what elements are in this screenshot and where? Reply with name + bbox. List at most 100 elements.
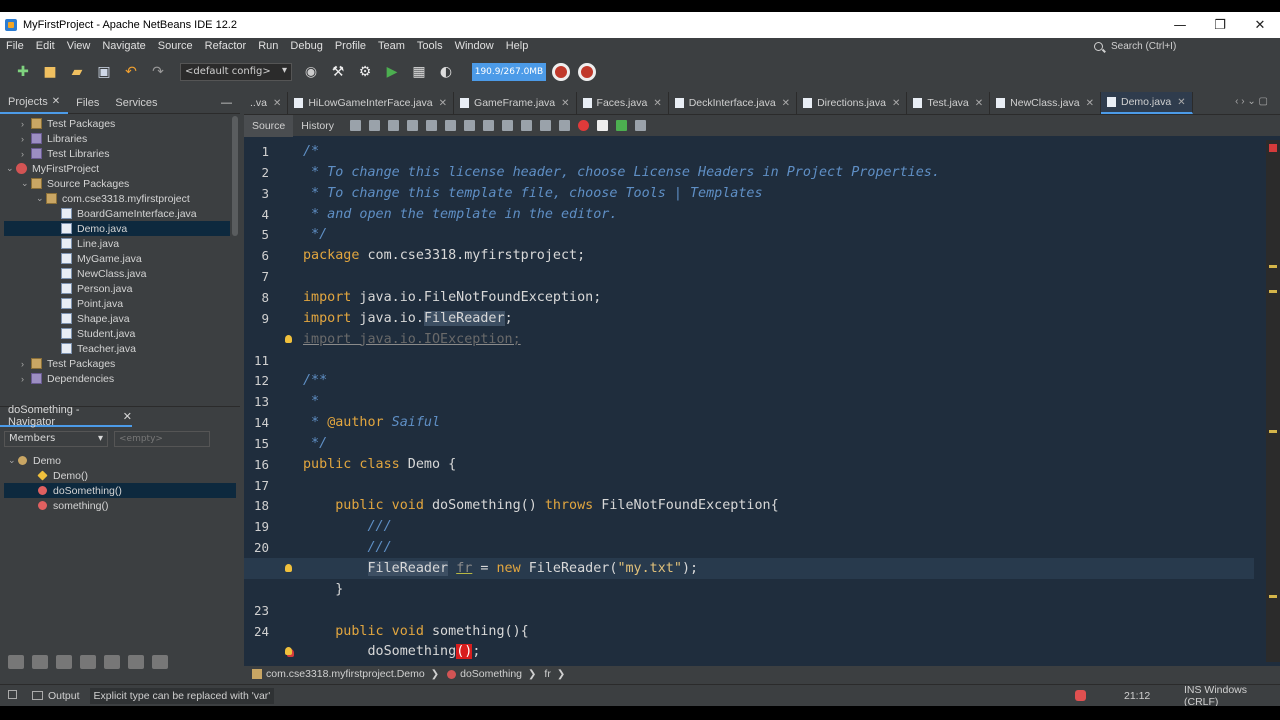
editor-tab[interactable]: ..va ✕ — [244, 92, 289, 114]
shift-left-icon[interactable] — [539, 120, 551, 131]
tree-item[interactable]: Shape.java — [0, 311, 130, 326]
chevron-right-icon[interactable]: › — [21, 359, 31, 369]
code-line[interactable]: 9 import java.io.FileReader; — [244, 308, 1254, 329]
undo-icon[interactable]: ↶ — [122, 63, 140, 81]
code-line[interactable]: 7 — [244, 266, 1254, 287]
navigator-item[interactable]: doSomething() — [4, 483, 236, 498]
tree-item[interactable]: Student.java — [0, 326, 135, 341]
close-icon[interactable]: ✕ — [561, 98, 569, 109]
code-line[interactable]: 2 * To change this license header, choos… — [244, 162, 1254, 183]
close-icon[interactable]: ✕ — [273, 98, 281, 109]
debug-icon[interactable]: ▦ — [410, 63, 428, 81]
menu-run[interactable]: Run — [252, 40, 284, 52]
editor-tab[interactable]: Test.java ✕ — [907, 92, 991, 114]
chevron-right-icon[interactable]: › — [21, 134, 31, 144]
editor-tab[interactable]: HiLowGameInterFace.java ✕ — [288, 92, 455, 114]
menu-team[interactable]: Team — [372, 40, 411, 52]
new-project-icon[interactable]: ■ — [41, 63, 59, 81]
save-all-icon[interactable]: ▣ — [95, 63, 113, 81]
menu-source[interactable]: Source — [152, 40, 199, 52]
editor-tab[interactable]: Demo.java ✕ — [1101, 92, 1193, 114]
code-line[interactable]: 5 */ — [244, 224, 1254, 245]
chevron-right-icon[interactable]: › — [21, 374, 31, 384]
memory-indicator[interactable]: 190.9/267.0MB — [472, 63, 546, 81]
next-bookmark-icon[interactable] — [501, 120, 513, 131]
comment-icon[interactable] — [615, 120, 627, 131]
code-line[interactable]: 15 */ — [244, 433, 1254, 454]
globe-icon[interactable]: ◉ — [302, 63, 320, 81]
code-line[interactable]: 11 — [244, 350, 1254, 371]
warning-marker[interactable] — [1269, 595, 1277, 598]
profiler-icon[interactable] — [578, 63, 596, 81]
close-icon[interactable]: ✕ — [439, 98, 447, 109]
code-line[interactable]: } — [244, 579, 1254, 600]
code-line[interactable]: 24 public void something(){ — [244, 621, 1254, 642]
filter-static-icon[interactable] — [32, 655, 48, 669]
tree-item[interactable]: Point.java — [0, 296, 123, 311]
error-hint-icon[interactable] — [285, 647, 292, 656]
code-line[interactable]: 3 * To change this template file, choose… — [244, 183, 1254, 204]
shift-right-icon[interactable] — [558, 120, 570, 131]
close-icon[interactable]: ✕ — [123, 410, 132, 423]
filter-fields-icon[interactable] — [8, 655, 24, 669]
chevron-right-icon[interactable]: › — [21, 149, 31, 159]
source-tab[interactable]: Source — [244, 114, 294, 137]
code-line[interactable]: 18 public void doSomething() throws File… — [244, 495, 1254, 516]
record-macro-icon[interactable] — [577, 120, 589, 131]
tree-item[interactable]: Line.java — [0, 236, 119, 251]
code-line[interactable]: 8 import java.io.FileNotFoundException; — [244, 287, 1254, 308]
menu-view[interactable]: View — [61, 40, 97, 52]
chevron-right-icon[interactable]: › — [21, 119, 31, 129]
tab-files[interactable]: Files — [68, 97, 107, 109]
warning-marker[interactable] — [1269, 430, 1277, 433]
close-icon[interactable]: ✕ — [1177, 97, 1185, 108]
editor-tab[interactable]: Directions.java ✕ — [797, 92, 908, 114]
chevron-down-icon[interactable]: ⌄ — [8, 455, 18, 466]
menu-window[interactable]: Window — [449, 40, 500, 52]
tree-item[interactable]: BoardGameInterface.java — [0, 206, 197, 221]
open-project-icon[interactable]: ▰ — [68, 63, 86, 81]
breadcrumb-item[interactable]: doSomething ❯ — [447, 668, 536, 680]
history-tab[interactable]: History — [293, 115, 342, 137]
back-icon[interactable] — [368, 120, 380, 131]
close-button[interactable]: ✕ — [1240, 12, 1280, 38]
close-icon[interactable]: ✕ — [782, 98, 790, 109]
sort-name-icon[interactable] — [128, 655, 144, 669]
navigator-item[interactable]: something() — [4, 498, 108, 513]
tree-scrollbar[interactable] — [232, 116, 238, 236]
redo-icon[interactable]: ↷ — [149, 63, 167, 81]
menu-refactor[interactable]: Refactor — [199, 40, 253, 52]
chevron-down-icon[interactable]: ⌄ — [21, 178, 31, 189]
tree-item[interactable]: Teacher.java — [0, 341, 136, 356]
menu-profile[interactable]: Profile — [329, 40, 372, 52]
code-line[interactable]: 16 public class Demo { — [244, 454, 1254, 475]
code-line[interactable]: 4 * and open the template in the editor. — [244, 204, 1254, 225]
tree-item[interactable]: ⌄ com.cse3318.myfirstproject — [0, 191, 190, 206]
code-line[interactable]: doSomething(); — [244, 641, 1254, 662]
tree-item[interactable]: ⌄ Source Packages — [0, 176, 129, 191]
build-icon[interactable]: ⚒ — [329, 63, 347, 81]
new-file-icon[interactable]: ✚ — [14, 63, 32, 81]
uncomment-icon[interactable] — [634, 120, 646, 131]
close-icon[interactable]: ✕ — [52, 96, 60, 107]
code-editor[interactable]: 1 /* 2 * To change this license header, ch… — [244, 140, 1254, 662]
output-toggle-icon[interactable] — [8, 690, 17, 699]
close-icon[interactable]: ✕ — [975, 98, 983, 109]
stop-macro-icon[interactable] — [596, 120, 608, 131]
tree-item[interactable]: Person.java — [0, 281, 132, 296]
tab-nav-icon[interactable]: ‹ › ⌄ ▢ — [1235, 96, 1268, 107]
code-line[interactable]: 19 /// — [244, 516, 1254, 537]
tab-services[interactable]: Services — [107, 97, 165, 109]
gc-icon[interactable] — [552, 63, 570, 81]
tree-item[interactable]: MyGame.java — [0, 251, 142, 266]
tree-item[interactable]: NewClass.java — [0, 266, 146, 281]
notification-icon[interactable] — [1075, 690, 1086, 701]
chevron-down-icon[interactable]: ⌄ — [6, 163, 16, 174]
menu-file[interactable]: File — [0, 40, 30, 52]
code-line[interactable]: 14 * @author Saiful — [244, 412, 1254, 433]
close-icon[interactable]: ✕ — [892, 98, 900, 109]
editor-tab[interactable]: Faces.java ✕ — [577, 92, 669, 114]
warning-marker[interactable] — [1269, 265, 1277, 268]
toggle-bookmark-icon[interactable] — [520, 120, 532, 131]
filter-nonpublic-icon[interactable] — [56, 655, 72, 669]
